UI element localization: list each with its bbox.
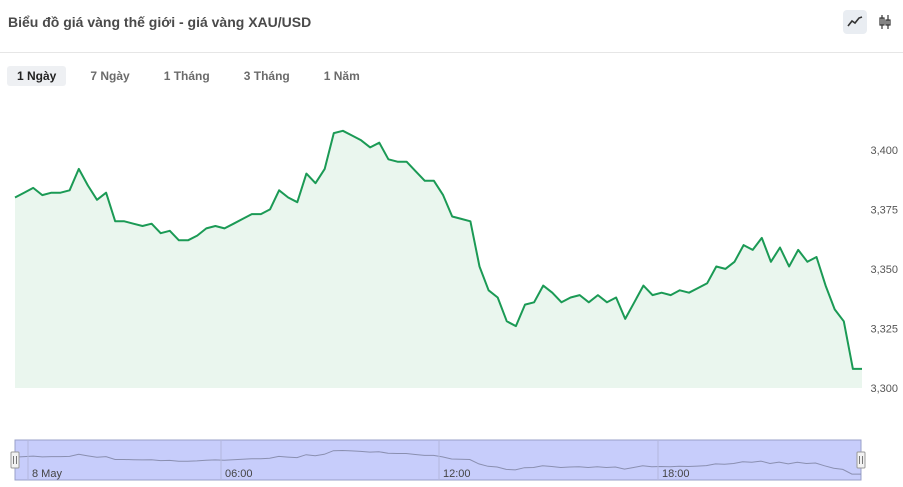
tab-1-month[interactable]: 1 Tháng	[154, 66, 220, 86]
range-tabs: 1 Ngày 7 Ngày 1 Tháng 3 Tháng 1 Năm	[7, 66, 384, 86]
navigator-right-handle[interactable]	[856, 451, 866, 469]
navigator-time-label: 06:00	[225, 468, 253, 480]
line-chart-icon	[847, 16, 863, 27]
navigator-time-label: 8 May	[32, 468, 62, 480]
chart-header: Biểu đồ giá vàng thế giới - giá vàng XAU…	[0, 0, 903, 53]
navigator-left-handle[interactable]	[10, 451, 20, 469]
navigator-time-label: 18:00	[662, 468, 690, 480]
y-tick-label: 3,375	[870, 204, 898, 216]
y-tick-label: 3,350	[870, 264, 898, 276]
y-tick-label: 3,400	[870, 145, 898, 157]
candlestick-icon	[879, 15, 891, 29]
navigator-time-label: 12:00	[443, 468, 471, 480]
tab-1-year[interactable]: 1 Năm	[314, 66, 370, 86]
navigator: 8 May 06:00 12:00 18:00	[10, 439, 866, 481]
line-chart-button[interactable]	[843, 10, 867, 34]
chart-type-switcher	[843, 10, 897, 34]
tab-1-day[interactable]: 1 Ngày	[7, 66, 67, 86]
y-tick-label: 3,325	[870, 323, 898, 335]
price-chart: 3,300 3,325 3,350 3,375 3,400	[14, 129, 898, 395]
candlestick-button[interactable]	[873, 10, 897, 34]
tab-3-months[interactable]: 3 Tháng	[234, 66, 300, 86]
chart-title: Biểu đồ giá vàng thế giới - giá vàng XAU…	[8, 14, 312, 30]
tab-7-days[interactable]: 7 Ngày	[80, 66, 139, 86]
y-tick-label: 3,300	[870, 383, 898, 395]
